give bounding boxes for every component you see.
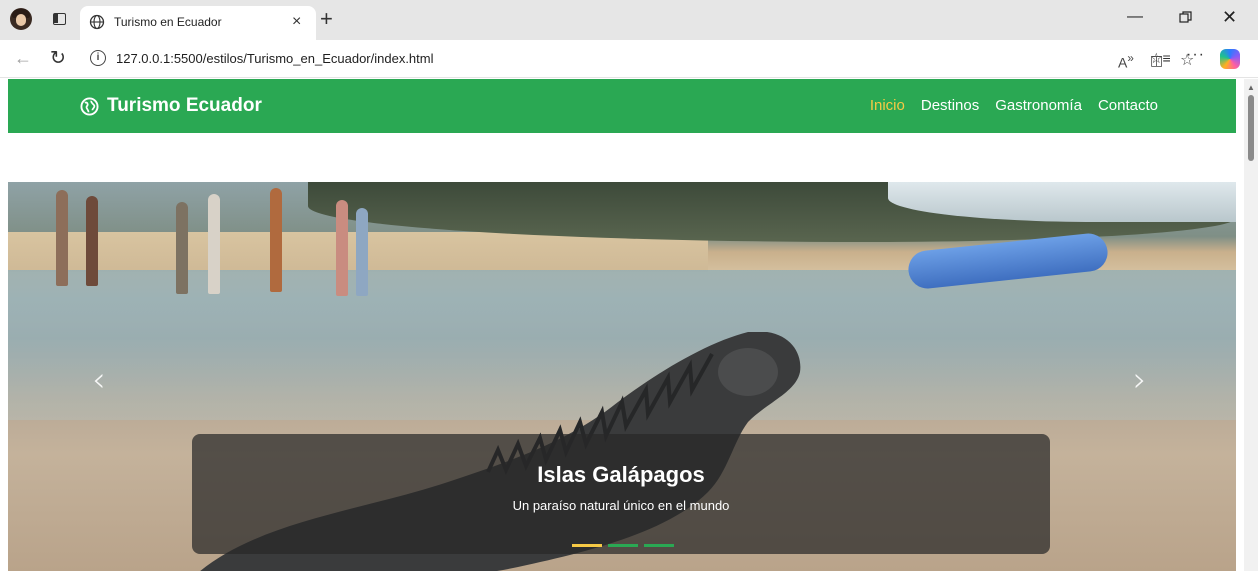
carousel-indicator-1[interactable] [572,544,602,547]
close-icon[interactable]: × [292,12,301,32]
brand-name: Turismo Ecuador [107,95,262,116]
nav-link-destinos[interactable]: Destinos [921,97,979,114]
copilot-icon[interactable] [1220,49,1240,69]
nav-menu: Inicio Destinos Gastronomía Contacto [870,97,1158,114]
caption-title: Islas Galápagos [537,462,705,487]
address-bar-row: ← ↻ i 127.0.0.1:5500/estilos/Turismo_en_… [0,40,1258,78]
browser-window: Turismo en Ecuador × + — ✕ ← ↻ i 127.0.0… [0,0,1258,571]
carousel-prev-icon[interactable]: ‹ [92,360,106,400]
carousel-indicator-2[interactable] [608,544,638,547]
nav-link-contacto[interactable]: Contacto [1098,97,1158,114]
restore-icon[interactable] [1178,9,1194,25]
favorites-icon[interactable]: ☆≡ [1150,50,1171,67]
brand-link[interactable]: Turismo Ecuador [80,93,262,119]
page-viewport: Turismo Ecuador Inicio Destinos Gastrono… [0,79,1244,571]
browser-tab[interactable]: Turismo en Ecuador × [80,6,316,40]
carousel-caption: Islas Galápagos Un paraíso natural único… [192,434,1050,554]
page-scrollbar[interactable]: ▲ [1244,79,1258,571]
tab-title: Turismo en Ecuador [114,15,222,29]
nav-link-inicio[interactable]: Inicio [870,97,905,114]
profile-avatar[interactable] [10,8,32,30]
address-bar[interactable]: i 127.0.0.1:5500/estilos/Turismo_en_Ecua… [84,45,1194,73]
globe-americas-icon [80,96,99,116]
scrollbar-thumb[interactable] [1248,95,1254,161]
info-icon[interactable]: i [90,50,106,66]
globe-icon [89,14,105,30]
carousel-indicators [572,544,674,547]
nav-link-gastronomia[interactable]: Gastronomía [995,97,1082,114]
url-text[interactable]: 127.0.0.1:5500/estilos/Turismo_en_Ecuado… [116,51,433,66]
scroll-up-icon[interactable]: ▲ [1247,83,1255,92]
site-navbar: Turismo Ecuador Inicio Destinos Gastrono… [8,79,1236,133]
new-tab-icon[interactable]: + [320,6,333,32]
back-icon[interactable]: ← [14,48,32,69]
window-close-icon[interactable]: ✕ [1222,7,1237,28]
tab-strip: Turismo en Ecuador × + — ✕ [0,0,1258,40]
carousel-next-icon[interactable]: › [1133,360,1147,400]
more-icon[interactable]: ··· [1186,46,1205,64]
reload-icon[interactable]: ↻ [50,47,66,70]
read-aloud-icon[interactable]: A» [1118,52,1134,71]
caption-subtitle: Un paraíso natural único en el mundo [512,498,730,513]
carousel-indicator-3[interactable] [644,544,674,547]
hero-carousel: ‹ › Islas Galápagos Un paraíso natural ú… [8,182,1236,571]
minimize-icon[interactable]: — [1127,8,1143,26]
tab-actions-icon[interactable] [52,11,68,27]
